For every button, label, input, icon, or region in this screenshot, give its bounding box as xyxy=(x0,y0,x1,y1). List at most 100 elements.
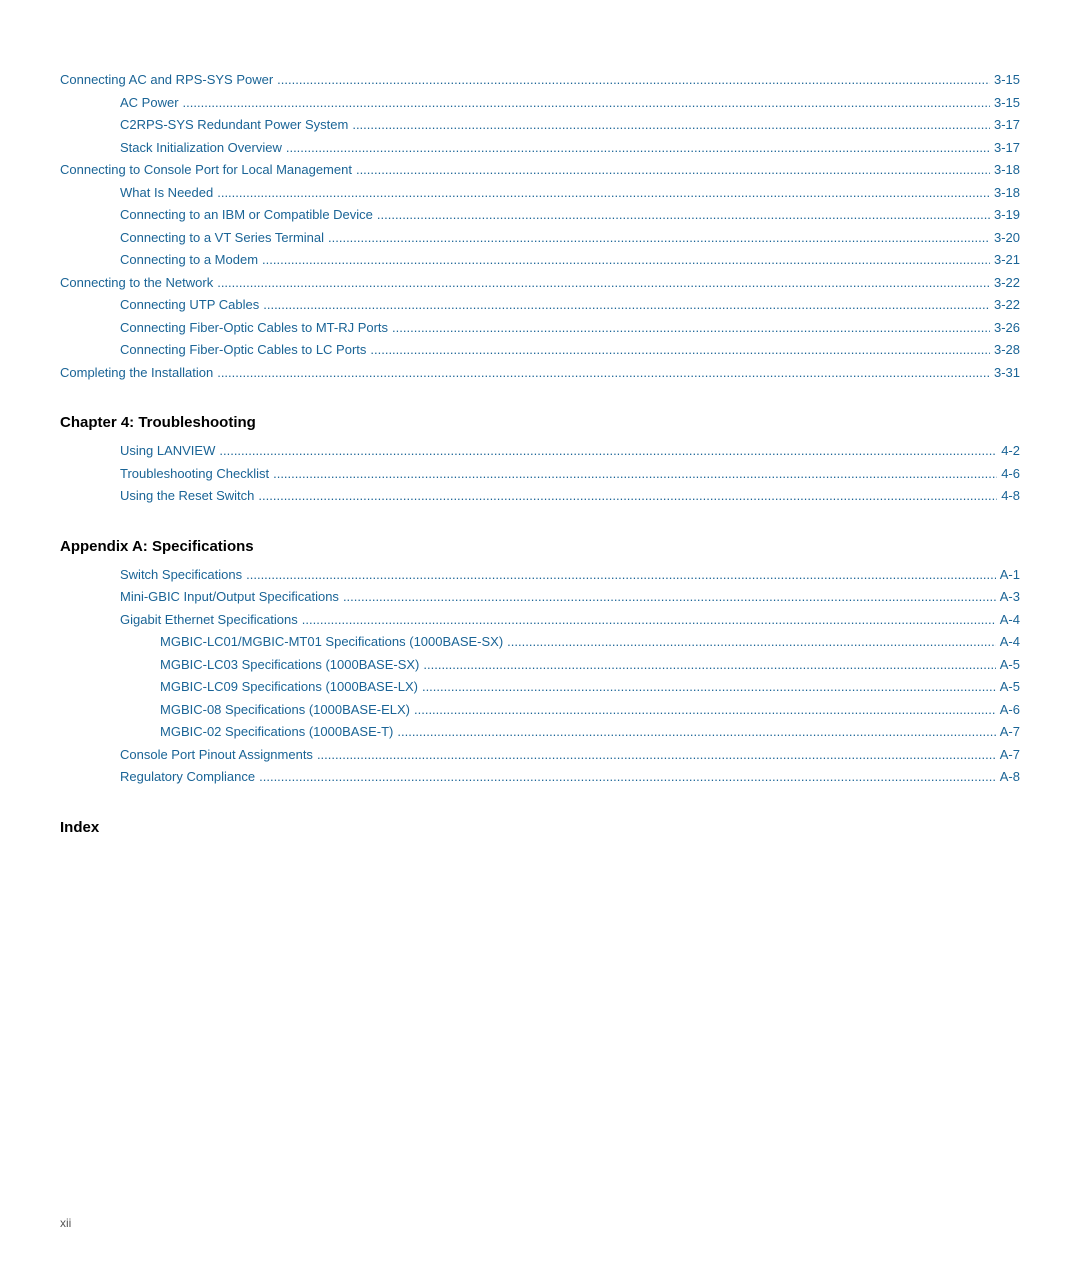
toc-entry-page: 4-2 xyxy=(1001,441,1020,461)
footer: xii xyxy=(60,1216,71,1230)
toc-entry-page: 3-15 xyxy=(994,70,1020,90)
toc-dots xyxy=(377,205,990,225)
toc-entry-label[interactable]: Using the Reset Switch xyxy=(120,486,254,506)
toc-entry[interactable]: C2RPS-SYS Redundant Power System 3-17 xyxy=(60,115,1020,135)
section-header: Appendix A: Specifications xyxy=(60,538,1020,555)
toc-entry-label[interactable]: Connecting to an IBM or Compatible Devic… xyxy=(120,205,373,225)
toc-container: Connecting AC and RPS-SYS Power 3-15 AC Po… xyxy=(60,40,1020,836)
toc-entry-label[interactable]: Mini-GBIC Input/Output Specifications xyxy=(120,587,339,607)
toc-entry-page: A-5 xyxy=(1000,677,1020,697)
toc-dots xyxy=(262,250,990,270)
toc-entry-page: A-3 xyxy=(1000,587,1020,607)
toc-dots xyxy=(286,138,990,158)
toc-entry-page: 3-26 xyxy=(994,318,1020,338)
toc-entry-page: A-8 xyxy=(1000,767,1020,787)
toc-entry-page: A-4 xyxy=(1000,610,1020,630)
toc-entry-label[interactable]: MGBIC-LC03 Specifications (1000BASE-SX) xyxy=(160,655,419,675)
toc-entry[interactable]: Mini-GBIC Input/Output Specifications A-3 xyxy=(60,587,1020,607)
toc-dots xyxy=(370,340,990,360)
toc-entry-label[interactable]: What Is Needed xyxy=(120,183,213,203)
toc-entry-label[interactable]: MGBIC-02 Specifications (1000BASE-T) xyxy=(160,722,393,742)
toc-dots xyxy=(217,183,990,203)
toc-entry-label[interactable]: C2RPS-SYS Redundant Power System xyxy=(120,115,348,135)
toc-entry-label[interactable]: MGBIC-LC09 Specifications (1000BASE-LX) xyxy=(160,677,418,697)
toc-entry[interactable]: Connecting to an IBM or Compatible Devic… xyxy=(60,205,1020,225)
toc-entry[interactable]: MGBIC-LC09 Specifications (1000BASE-LX) A… xyxy=(60,677,1020,697)
toc-entry[interactable]: Connecting to Console Port for Local Man… xyxy=(60,160,1020,180)
toc-entry[interactable]: Console Port Pinout Assignments A-7 xyxy=(60,745,1020,765)
toc-dots xyxy=(343,587,996,607)
toc-entry[interactable]: MGBIC-08 Specifications (1000BASE-ELX) A-… xyxy=(60,700,1020,720)
toc-entry[interactable]: Connecting to the Network3-22 xyxy=(60,273,1020,293)
toc-entry-page: A-7 xyxy=(1000,722,1020,742)
toc-entry-label[interactable]: MGBIC-LC01/MGBIC-MT01 Specifications (10… xyxy=(160,632,503,652)
toc-entry[interactable]: MGBIC-LC01/MGBIC-MT01 Specifications (10… xyxy=(60,632,1020,652)
toc-entry-label[interactable]: Troubleshooting Checklist xyxy=(120,464,269,484)
toc-entry-label[interactable]: Connecting to a VT Series Terminal xyxy=(120,228,324,248)
toc-dots xyxy=(217,273,990,293)
toc-entry[interactable]: Regulatory Compliance A-8 xyxy=(60,767,1020,787)
toc-entry[interactable]: Completing the Installation 3-31 xyxy=(60,363,1020,383)
toc-dots xyxy=(183,93,990,113)
toc-entry-label[interactable]: Gigabit Ethernet Specifications xyxy=(120,610,298,630)
toc-entry[interactable]: Gigabit Ethernet Specifications A-4 xyxy=(60,610,1020,630)
toc-entry-label[interactable]: Switch Specifications xyxy=(120,565,242,585)
toc-entry-label[interactable]: Stack Initialization Overview xyxy=(120,138,282,158)
toc-entry-page: 3-17 xyxy=(994,138,1020,158)
toc-entry-label[interactable]: AC Power xyxy=(120,93,179,113)
toc-dots xyxy=(414,700,996,720)
toc-entry[interactable]: AC Power3-15 xyxy=(60,93,1020,113)
toc-entry[interactable]: Connecting Fiber-Optic Cables to MT-RJ P… xyxy=(60,318,1020,338)
toc-entry-page: 3-19 xyxy=(994,205,1020,225)
toc-entry[interactable]: Connecting AC and RPS-SYS Power 3-15 xyxy=(60,70,1020,90)
toc-entry-page: A-7 xyxy=(1000,745,1020,765)
toc-entry-page: 3-17 xyxy=(994,115,1020,135)
toc-entry-page: 3-28 xyxy=(994,340,1020,360)
toc-entry[interactable]: Connecting Fiber-Optic Cables to LC Port… xyxy=(60,340,1020,360)
toc-entry[interactable]: Connecting UTP Cables3-22 xyxy=(60,295,1020,315)
toc-entry-page: A-5 xyxy=(1000,655,1020,675)
toc-dots xyxy=(277,70,990,90)
toc-entry[interactable]: Using the Reset Switch 4-8 xyxy=(60,486,1020,506)
toc-entry[interactable]: Stack Initialization Overview 3-17 xyxy=(60,138,1020,158)
toc-entry-label[interactable]: Connecting AC and RPS-SYS Power xyxy=(60,70,273,90)
toc-entry[interactable]: MGBIC-02 Specifications (1000BASE-T) A-7 xyxy=(60,722,1020,742)
toc-entry[interactable]: Connecting to a VT Series Terminal 3-20 xyxy=(60,228,1020,248)
toc-entry-label[interactable]: Completing the Installation xyxy=(60,363,213,383)
toc-entry-label[interactable]: Using LANVIEW xyxy=(120,441,215,461)
toc-dots xyxy=(356,160,990,180)
toc-dots xyxy=(263,295,990,315)
toc-entry-label[interactable]: Connecting to the Network xyxy=(60,273,213,293)
toc-entry-label[interactable]: Regulatory Compliance xyxy=(120,767,255,787)
toc-entry-page: A-6 xyxy=(1000,700,1020,720)
toc-entry-page: 4-8 xyxy=(1001,486,1020,506)
toc-entry-label[interactable]: Connecting Fiber-Optic Cables to MT-RJ P… xyxy=(120,318,388,338)
toc-entry-page: 3-31 xyxy=(994,363,1020,383)
toc-entry[interactable]: MGBIC-LC03 Specifications (1000BASE-SX) A… xyxy=(60,655,1020,675)
toc-entry-page: A-4 xyxy=(1000,632,1020,652)
toc-entry-label[interactable]: Connecting to Console Port for Local Man… xyxy=(60,160,352,180)
toc-entry-page: 3-20 xyxy=(994,228,1020,248)
toc-entry-label[interactable]: MGBIC-08 Specifications (1000BASE-ELX) xyxy=(160,700,410,720)
section-header-label: Chapter 4: Troubleshooting xyxy=(60,414,256,431)
toc-entry-label[interactable]: Connecting Fiber-Optic Cables to LC Port… xyxy=(120,340,366,360)
toc-entry-label[interactable]: Console Port Pinout Assignments xyxy=(120,745,313,765)
toc-entry-label[interactable]: Connecting UTP Cables xyxy=(120,295,259,315)
toc-dots xyxy=(507,632,996,652)
toc-dots xyxy=(352,115,990,135)
toc-entry[interactable]: Troubleshooting Checklist4-6 xyxy=(60,464,1020,484)
toc-entry[interactable]: Using LANVIEW 4-2 xyxy=(60,441,1020,461)
toc-dots xyxy=(392,318,990,338)
section-header-label: Appendix A: Specifications xyxy=(60,538,254,555)
section-header: Chapter 4: Troubleshooting xyxy=(60,414,1020,431)
toc-entry-page: 3-18 xyxy=(994,183,1020,203)
toc-entry-label[interactable]: Connecting to a Modem xyxy=(120,250,258,270)
toc-dots xyxy=(259,767,996,787)
footer-page-number: xii xyxy=(60,1216,71,1230)
toc-dots xyxy=(422,677,996,697)
toc-entry[interactable]: What Is Needed 3-18 xyxy=(60,183,1020,203)
toc-entry-page: 3-18 xyxy=(994,160,1020,180)
toc-entry[interactable]: Switch SpecificationsA-1 xyxy=(60,565,1020,585)
toc-dots xyxy=(258,486,997,506)
toc-entry[interactable]: Connecting to a Modem3-21 xyxy=(60,250,1020,270)
